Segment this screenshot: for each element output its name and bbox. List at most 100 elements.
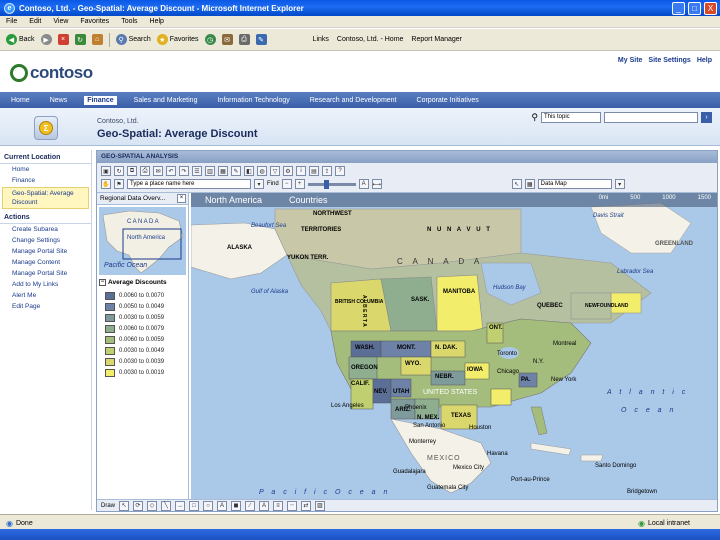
close-panel-icon[interactable]: ×	[177, 194, 186, 203]
maximize-button[interactable]: □	[688, 1, 701, 15]
zoom-slider[interactable]	[307, 179, 356, 189]
legend-collapse-icon[interactable]: −	[99, 279, 106, 286]
help-icon[interactable]: ?	[335, 166, 345, 176]
options-icon[interactable]: ⚙	[283, 166, 293, 176]
draw-oval-icon[interactable]: ○	[203, 500, 214, 511]
edit-icon[interactable]: ✎	[255, 34, 267, 45]
menu-file[interactable]: File	[6, 18, 17, 25]
draw-rect-icon[interactable]: □	[189, 500, 200, 511]
draw-arrow-icon[interactable]: →	[175, 500, 186, 511]
action-add-to-my-links[interactable]: Add to My Links	[0, 279, 91, 290]
help-link[interactable]: Help	[697, 57, 712, 64]
labels-icon[interactable]: A	[358, 179, 369, 189]
current-item-finance[interactable]: Finance	[0, 175, 91, 186]
undo-icon[interactable]: ↶	[166, 166, 176, 176]
refresh-icon[interactable]: ↻	[74, 34, 86, 45]
filter-icon[interactable]: ▽	[270, 166, 280, 176]
action-alert-me[interactable]: Alert Me	[0, 290, 91, 301]
place-name-input[interactable]: Type a place name here	[127, 179, 251, 189]
site-name[interactable]: Contoso, Ltd.	[97, 118, 139, 125]
draw-fill-icon[interactable]: ◼	[231, 500, 242, 511]
globe-icon[interactable]: ◍	[257, 166, 267, 176]
draw-fontcolor-icon[interactable]: A	[259, 500, 270, 511]
copy-icon[interactable]: ⧉	[127, 166, 137, 176]
map-style-icon[interactable]: ▦	[524, 179, 535, 189]
breadcrumb-countries[interactable]: Countries	[289, 195, 328, 205]
email-icon[interactable]: ✉	[153, 166, 163, 176]
action-manage-portal-site-2[interactable]: Manage Portal Site	[0, 268, 91, 279]
save-icon[interactable]: ▣	[101, 166, 111, 176]
zoom-out-icon[interactable]: −	[281, 179, 292, 189]
menu-help[interactable]: Help	[150, 18, 164, 25]
draw-linecolor-icon[interactable]: ∕	[245, 500, 256, 511]
tab-sales-marketing[interactable]: Sales and Marketing	[131, 96, 201, 105]
search-go-button[interactable]: ›	[701, 112, 712, 123]
print-map-icon[interactable]: ⎙	[140, 166, 150, 176]
draw-arrowstyle-icon[interactable]: ⇄	[301, 500, 312, 511]
action-manage-portal-site[interactable]: Manage Portal Site	[0, 246, 91, 257]
tab-information-technology[interactable]: Information Technology	[214, 96, 292, 105]
find-label[interactable]: Find	[267, 181, 279, 187]
refresh-map-icon[interactable]: ↻	[114, 166, 124, 176]
map-canvas[interactable]: North America Countries 0mi 500 1000 150…	[191, 193, 717, 499]
my-site-link[interactable]: My Site	[618, 57, 643, 64]
table-icon[interactable]: ▦	[218, 166, 228, 176]
map-view-select[interactable]: Data Map	[537, 179, 612, 189]
tab-news[interactable]: News	[47, 96, 71, 105]
draw-dashstyle-icon[interactable]: ┄	[287, 500, 298, 511]
current-item-home[interactable]: Home	[0, 164, 91, 175]
measure-icon[interactable]: ⟷	[371, 179, 382, 189]
select-arrow-icon[interactable]: ↖	[511, 179, 522, 189]
export-icon[interactable]: ⇪	[322, 166, 332, 176]
flag-icon[interactable]: ⚑	[114, 179, 124, 189]
draw-rotate-icon[interactable]: ⟳	[133, 500, 144, 511]
menu-favorites[interactable]: Favorites	[80, 18, 109, 25]
tab-corporate-initiatives[interactable]: Corporate Initiatives	[414, 96, 482, 105]
tab-research-development[interactable]: Research and Development	[307, 96, 400, 105]
tab-home[interactable]: Home	[8, 96, 33, 105]
action-change-settings[interactable]: Change Settings	[0, 235, 91, 246]
menu-edit[interactable]: Edit	[29, 18, 41, 25]
contoso-logo[interactable]: contoso	[10, 63, 93, 83]
calendar-icon[interactable]: ▤	[309, 166, 319, 176]
stop-icon[interactable]: ×	[57, 34, 69, 45]
action-manage-content[interactable]: Manage Content	[0, 257, 91, 268]
favorites-button[interactable]: ★ Favorites	[156, 34, 199, 45]
draw-linestyle-icon[interactable]: ≡	[273, 500, 284, 511]
chart-icon[interactable]: ▥	[205, 166, 215, 176]
pan-icon[interactable]: ✋	[101, 179, 111, 189]
back-button[interactable]: ◀ Back	[6, 34, 35, 45]
draw-shadow-icon[interactable]: ▨	[315, 500, 326, 511]
draw-select-icon[interactable]: ↖	[119, 500, 130, 511]
print-icon[interactable]: ⎙	[238, 34, 250, 45]
minimize-button[interactable]: _	[672, 1, 685, 15]
search-scope-select[interactable]: This topic	[541, 112, 601, 123]
state-ark[interactable]	[490, 388, 512, 406]
menu-view[interactable]: View	[53, 18, 68, 25]
mail-icon[interactable]: ✉	[221, 34, 233, 45]
redo-icon[interactable]: ↷	[179, 166, 189, 176]
link-report-manager[interactable]: Report Manager	[411, 36, 462, 43]
draw-autoshape-icon[interactable]: ◇	[147, 500, 158, 511]
layers-icon[interactable]: ◧	[244, 166, 254, 176]
zoom-in-icon[interactable]: +	[294, 179, 305, 189]
forward-arrow-icon[interactable]: ▶	[40, 34, 52, 45]
dropdown-icon[interactable]: ▾	[254, 179, 264, 189]
close-button[interactable]: X	[704, 1, 717, 15]
home-icon[interactable]: ⌂	[91, 34, 103, 45]
menu-tools[interactable]: Tools	[121, 18, 137, 25]
search-button[interactable]: ⚲ Search	[115, 34, 151, 45]
draw-textbox-icon[interactable]: A	[217, 500, 228, 511]
tab-finance[interactable]: Finance	[84, 95, 117, 105]
zoom-slider-thumb[interactable]	[323, 179, 329, 189]
link-contoso-home[interactable]: Contoso, Ltd. - Home	[337, 36, 404, 43]
site-settings-link[interactable]: Site Settings	[648, 57, 690, 64]
current-item-geo-spatial[interactable]: Geo-Spatial: Average Discount	[2, 187, 89, 209]
legend-toggle-icon[interactable]: ☰	[192, 166, 202, 176]
map-view-dropdown-icon[interactable]: ▾	[614, 179, 625, 189]
overview-map[interactable]: C A N A D A North America Pacific Ocean	[99, 207, 186, 275]
action-create-subarea[interactable]: Create Subarea	[0, 224, 91, 235]
history-icon[interactable]: ◷	[204, 34, 216, 45]
draw-line-icon[interactable]: ╲	[161, 500, 172, 511]
breadcrumb-north-america[interactable]: North America	[205, 195, 262, 205]
